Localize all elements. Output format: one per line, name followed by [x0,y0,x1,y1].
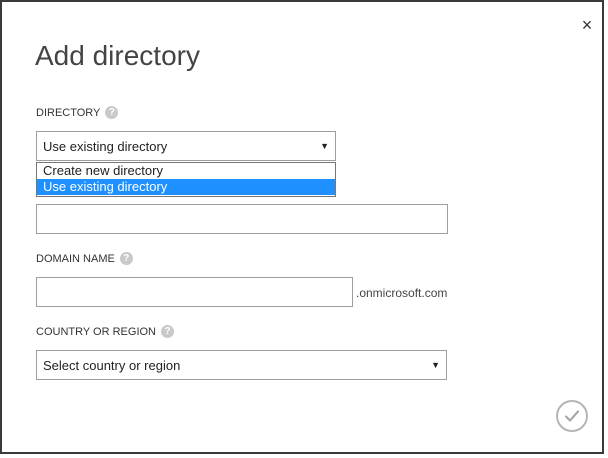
help-icon[interactable]: ? [105,106,119,119]
domain-label: DOMAIN NAME [36,252,115,265]
option-use-existing-directory[interactable]: Use existing directory [37,179,335,195]
close-icon[interactable]: × [578,15,596,35]
checkmark-icon [564,410,580,422]
option-create-new-directory[interactable]: Create new directory [37,163,335,179]
country-label-row: COUNTRY OR REGION ? [36,325,174,338]
country-label: COUNTRY OR REGION [36,325,156,338]
help-icon[interactable]: ? [161,325,174,338]
country-select[interactable]: Select country or region ▼ [36,350,447,380]
domain-suffix: .onmicrosoft.com [356,286,448,300]
directory-select[interactable]: Use existing directory ▼ [36,131,336,161]
dialog-title: Add directory [35,40,200,71]
directory-name-input[interactable] [36,204,448,234]
directory-dropdown-list: Create new directory Use existing direct… [36,162,336,197]
directory-select-value: Use existing directory [43,138,168,154]
chevron-down-icon: ▼ [320,141,329,151]
domain-label-row: DOMAIN NAME ? [36,252,133,265]
directory-label: DIRECTORY [36,106,101,119]
country-select-value: Select country or region [43,357,181,373]
domain-name-input[interactable] [36,277,353,307]
help-icon[interactable]: ? [119,252,133,265]
chevron-down-icon: ▼ [431,360,440,370]
add-directory-dialog: × Add directory DIRECTORY ? Use existing… [0,0,604,454]
directory-label-row: DIRECTORY ? [36,106,119,119]
confirm-button[interactable] [556,400,588,432]
